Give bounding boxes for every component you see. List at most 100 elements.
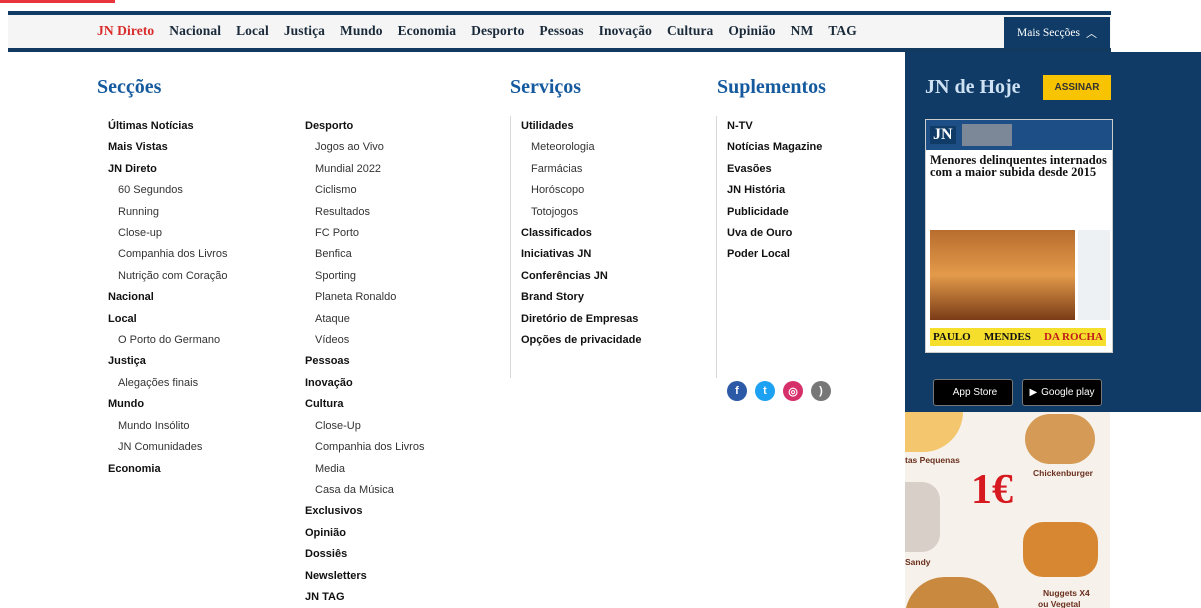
ad-label: tas Pequenas [905, 455, 960, 465]
menu-link[interactable]: Benfica [305, 244, 424, 265]
seccoes-column-2: Desporto Jogos ao Vivo Mundial 2022 Ciclism… [305, 116, 424, 608]
menu-link[interactable]: Companhia dos Livros [305, 437, 424, 458]
menu-link[interactable]: Mundial 2022 [305, 159, 424, 180]
menu-link[interactable]: O Porto do Germano [108, 330, 227, 351]
menu-link[interactable]: Nacional [108, 287, 227, 308]
nav-item-pessoas[interactable]: Pessoas [539, 23, 583, 39]
menu-link[interactable]: Casa da Música [305, 480, 424, 501]
menu-link[interactable]: Nutrição com Coração [108, 266, 227, 287]
nav-item-inovação[interactable]: Inovação [599, 23, 652, 39]
menu-link[interactable]: Sporting [305, 266, 424, 287]
fries-image [905, 412, 963, 452]
menu-link[interactable]: Publicidade [727, 202, 822, 223]
menu-link[interactable]: Farmácias [521, 159, 641, 180]
menu-link[interactable]: Mais Vistas [108, 137, 227, 158]
menu-link[interactable]: Exclusivos [305, 501, 424, 522]
suplementos-column: N-TV Notícias Magazine Evasões JN História P… [727, 116, 822, 266]
nav-item-local[interactable]: Local [236, 23, 269, 39]
nuggets-image [1023, 522, 1098, 577]
google-play-button[interactable]: ▶ Google play [1022, 379, 1102, 406]
menu-link[interactable]: Últimas Notícias [108, 116, 227, 137]
newspaper-cover[interactable]: JN Menores delinquentes internados com a… [925, 119, 1113, 353]
more-sections-button[interactable]: Mais Secções ︿ [1004, 17, 1110, 48]
menu-link[interactable]: Planeta Ronaldo [305, 287, 424, 308]
social-links: f t ◎) [727, 381, 831, 401]
menu-link[interactable]: JN Direto [108, 159, 227, 180]
sections-menu: Secções Serviços Suplementos Últimas Not… [0, 52, 905, 608]
menu-link[interactable]: Notícias Magazine [727, 137, 822, 158]
ad-label: Chickenburger [1033, 468, 1093, 478]
menu-link[interactable]: Justiça [108, 351, 227, 372]
menu-link[interactable]: Inovação [305, 373, 424, 394]
menu-link[interactable]: 60 Segundos [108, 180, 227, 201]
subscribe-button[interactable]: ASSINAR [1043, 75, 1111, 100]
cover-banner: PAULO MENDES DA ROCHA [930, 328, 1106, 346]
menu-link[interactable]: Close-up [108, 223, 227, 244]
nav-item-cultura[interactable]: Cultura [667, 23, 713, 39]
ad-label: Nuggets X4 [1043, 588, 1090, 598]
instagram-icon[interactable]: ◎ [783, 381, 803, 401]
menu-link[interactable]: Vídeos [305, 330, 424, 351]
advertisement[interactable]: tas Pequenas Chickenburger 1€ Sandy Nugg… [905, 412, 1110, 608]
menu-link[interactable]: Dossiês [305, 544, 424, 565]
menu-link[interactable]: Media [305, 459, 424, 480]
menu-link[interactable]: N-TV [727, 116, 822, 137]
menu-link[interactable]: Ataque [305, 309, 424, 330]
nav-item-desporto[interactable]: Desporto [471, 23, 524, 39]
menu-link[interactable]: Cultura [305, 394, 424, 415]
nav-item-economia[interactable]: Economia [398, 23, 457, 39]
menu-link[interactable]: Companhia dos Livros [108, 244, 227, 265]
menu-link[interactable]: Resultados [305, 202, 424, 223]
ad-price: 1€ [971, 467, 1013, 513]
nav-item-tag[interactable]: TAG [828, 23, 857, 39]
menu-link[interactable]: Uva de Ouro [727, 223, 822, 244]
facebook-icon[interactable]: f [727, 381, 747, 401]
nav-item-mundo[interactable]: Mundo [340, 23, 383, 39]
menu-link[interactable]: Totojogos [521, 202, 641, 223]
nav-item-nm[interactable]: NM [791, 23, 814, 39]
menu-link[interactable]: Evasões [727, 159, 822, 180]
google-play-label: Google play [1041, 387, 1095, 398]
menu-link[interactable]: Desporto [305, 116, 424, 137]
menu-link[interactable]: Newsletters [305, 566, 424, 587]
menu-link[interactable]: FC Porto [305, 223, 424, 244]
menu-link[interactable]: Mundo [108, 394, 227, 415]
menu-link[interactable]: JN TAG [305, 587, 424, 608]
menu-link[interactable]: Opções de privacidade [521, 330, 641, 351]
menu-link[interactable]: Local [108, 309, 227, 330]
menu-link[interactable]: Iniciativas JN [521, 244, 641, 265]
burger-image [1025, 414, 1095, 464]
menu-link[interactable]: Alegações finais [108, 373, 227, 394]
menu-link[interactable]: Economia [108, 459, 227, 480]
menu-link[interactable]: Jogos ao Vivo [305, 137, 424, 158]
cover-banner-left: PAULO [933, 331, 971, 343]
cover-thumbnail [961, 124, 1012, 146]
menu-link[interactable]: Diretório de Empresas [521, 309, 641, 330]
nav-item-nacional[interactable]: Nacional [169, 23, 221, 39]
menu-link[interactable]: Ciclismo [305, 180, 424, 201]
nav-item-opinião[interactable]: Opinião [728, 23, 775, 39]
menu-link[interactable]: Running [108, 202, 227, 223]
menu-link[interactable]: Poder Local [727, 244, 822, 265]
menu-link[interactable]: Brand Story [521, 287, 641, 308]
more-sections-label: Mais Secções [1017, 26, 1080, 39]
nav-item-jn-direto[interactable]: JN Direto [97, 23, 154, 39]
rss-icon[interactable]: ) [811, 381, 831, 401]
menu-link[interactable]: JN História [727, 180, 822, 201]
menu-link[interactable]: Meteorologia [521, 137, 641, 158]
divider [716, 116, 717, 378]
servicos-heading: Serviços [510, 76, 582, 98]
twitter-icon[interactable]: t [755, 381, 775, 401]
menu-link[interactable]: Classificados [521, 223, 641, 244]
play-icon: ▶ [1029, 387, 1038, 398]
nav-item-justiça[interactable]: Justiça [284, 23, 325, 39]
menu-link[interactable]: JN Comunidades [108, 437, 227, 458]
menu-link[interactable]: Conferências JN [521, 266, 641, 287]
menu-link[interactable]: Close-Up [305, 416, 424, 437]
menu-link[interactable]: Horóscopo [521, 180, 641, 201]
menu-link[interactable]: Utilidades [521, 116, 641, 137]
menu-link[interactable]: Opinião [305, 523, 424, 544]
menu-link[interactable]: Mundo Insólito [108, 416, 227, 437]
menu-link[interactable]: Pessoas [305, 351, 424, 372]
app-store-button[interactable]: App Store [933, 379, 1013, 406]
